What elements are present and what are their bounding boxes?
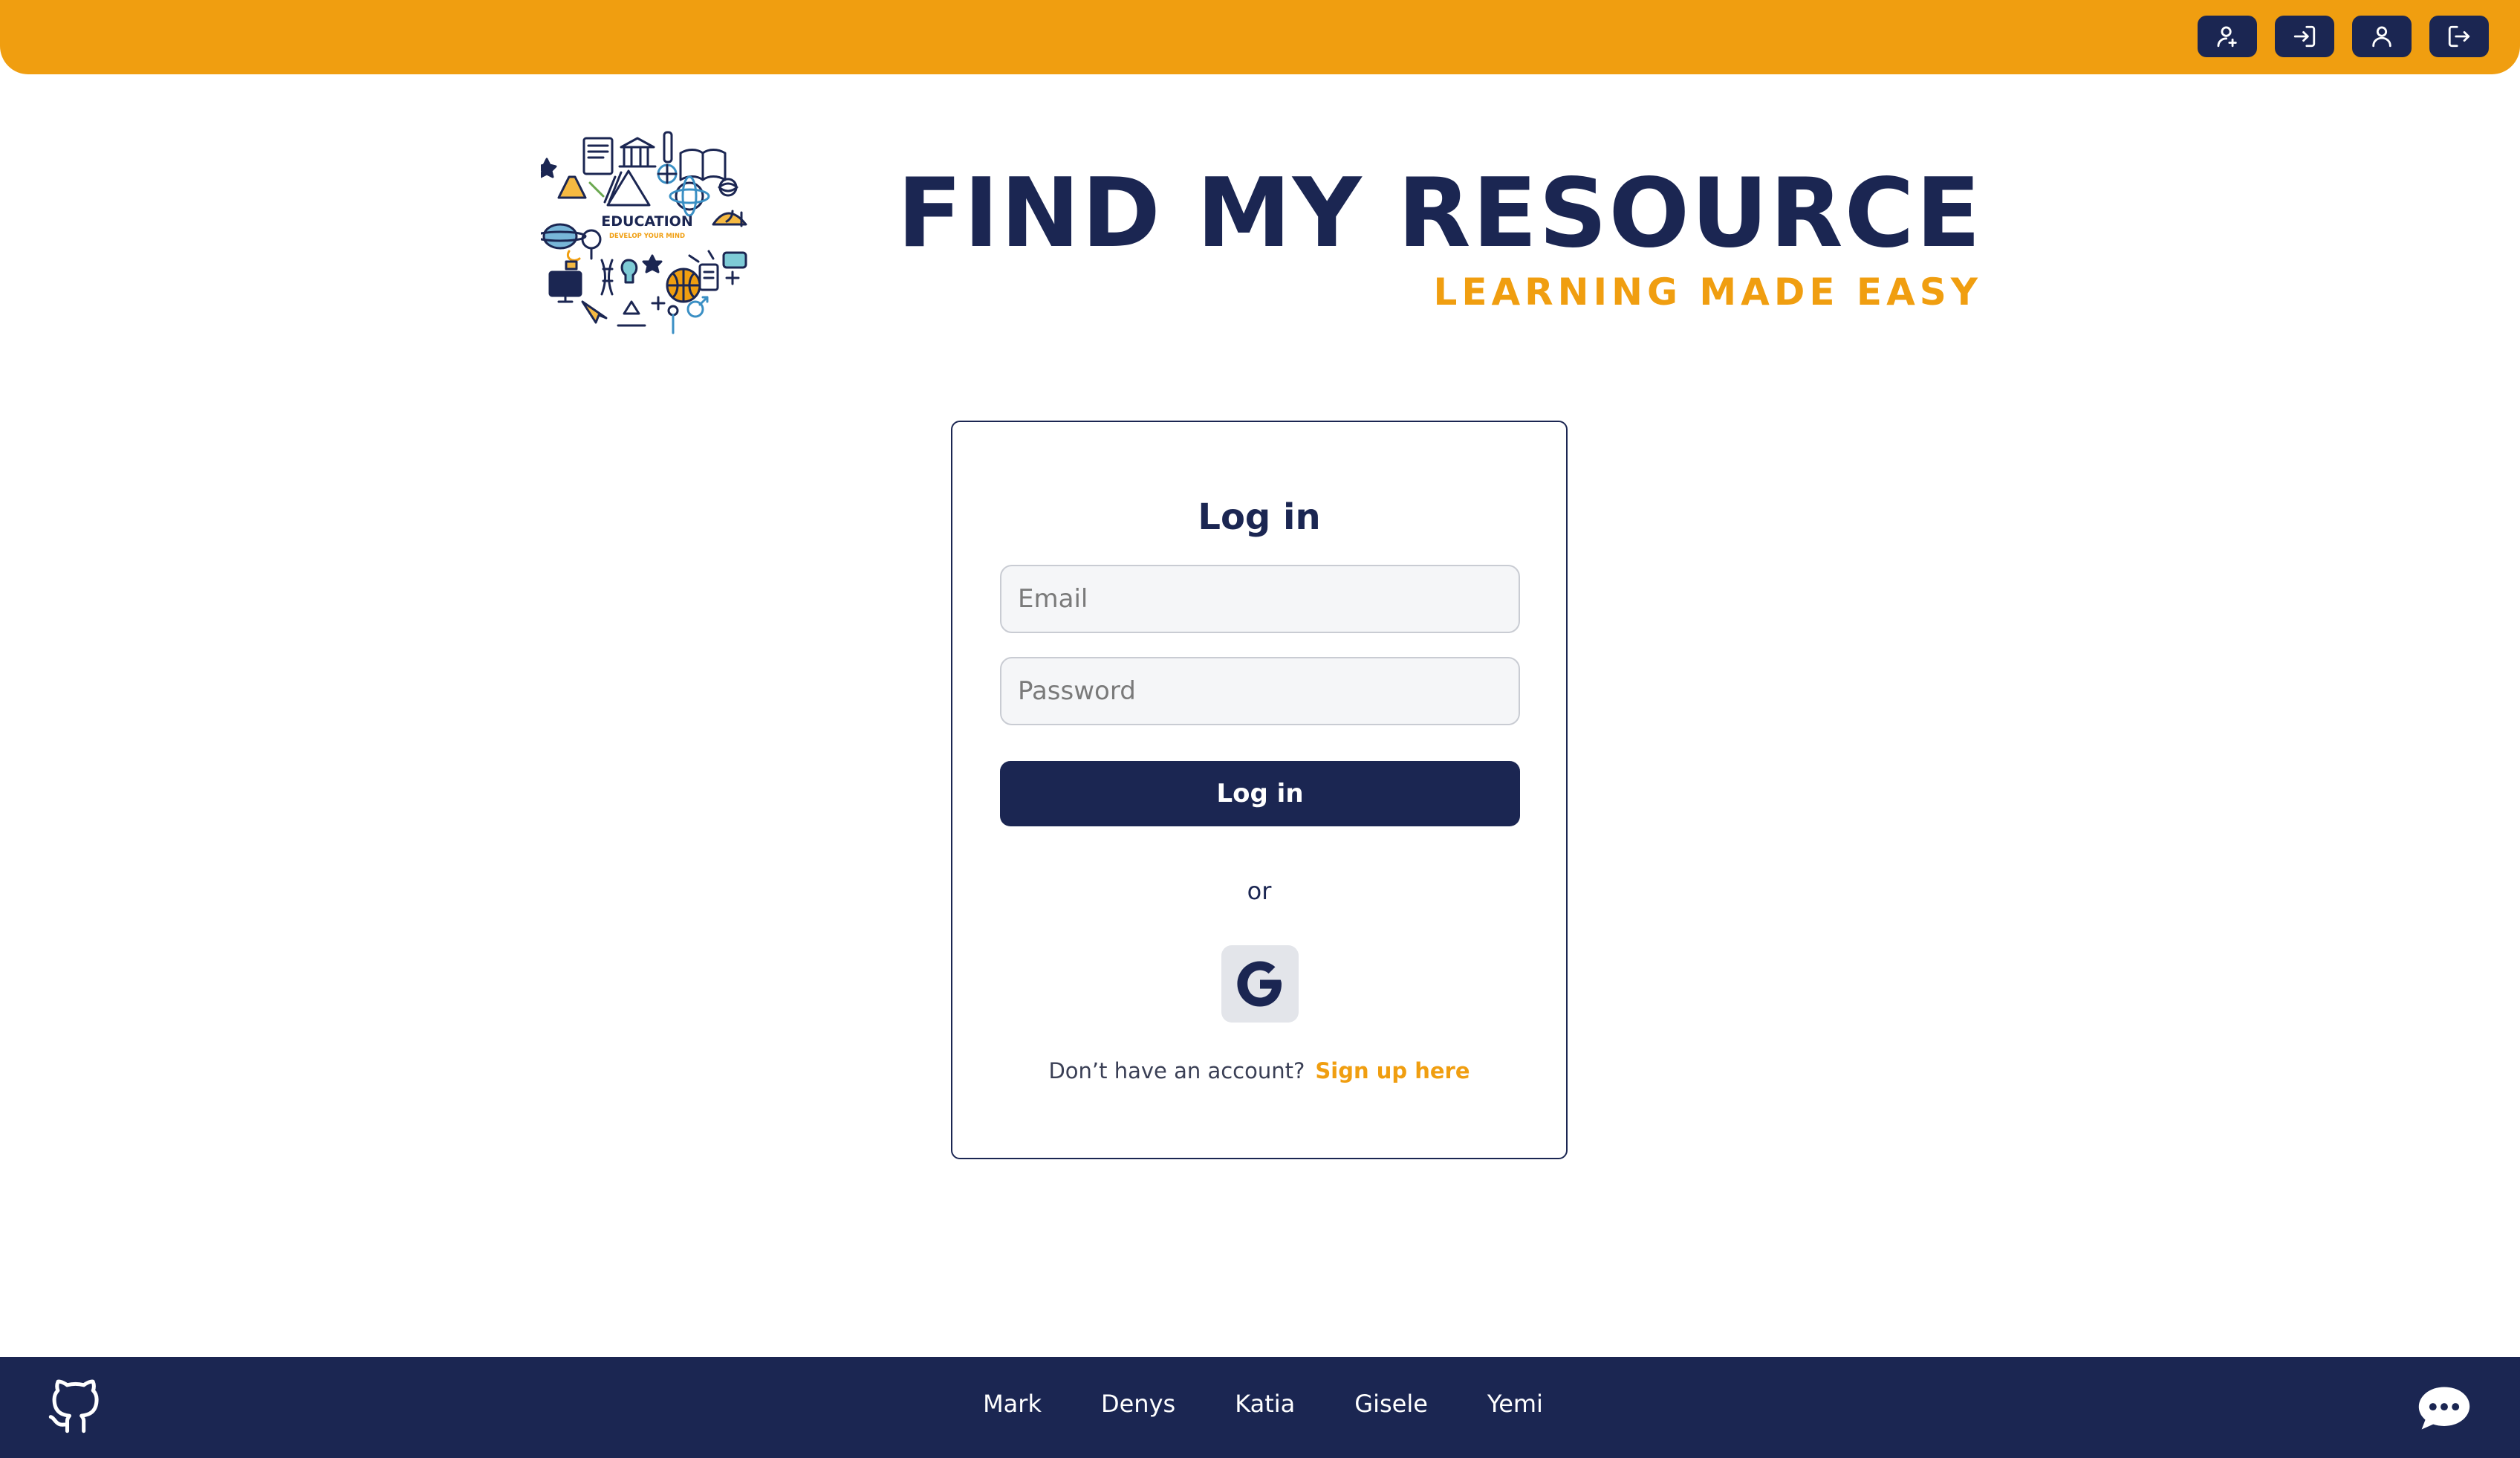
signup-nav-button[interactable] <box>2198 16 2257 57</box>
footer-links: Mark Denys Katia Gisele Yemi <box>0 1390 2520 1418</box>
footer-link-katia[interactable]: Katia <box>1235 1390 1295 1418</box>
education-logo: EDUCATION DEVELOP YOUR MIND <box>541 131 747 334</box>
footer-link-denys[interactable]: Denys <box>1101 1390 1175 1418</box>
sign-in-icon <box>2293 25 2316 48</box>
site-title: FIND MY RESOURCE <box>897 158 1982 269</box>
password-field[interactable] <box>1000 657 1520 725</box>
sign-out-icon <box>2448 25 2470 48</box>
chat-icon[interactable] <box>2416 1384 2472 1433</box>
login-button[interactable]: Log in <box>1000 761 1520 826</box>
site-subtitle: LEARNING MADE EASY <box>1433 270 1982 314</box>
signup-prompt: Don’t have an account? <box>1048 1058 1305 1083</box>
footer-link-gisele[interactable]: Gisele <box>1354 1390 1428 1418</box>
signup-row: Don’t have an account? Sign up here <box>952 1058 1566 1083</box>
google-icon <box>1237 961 1282 1007</box>
login-card: Log in Log in or Don’t have an account? S… <box>951 421 1568 1159</box>
footer-link-mark[interactable]: Mark <box>983 1390 1042 1418</box>
signup-link[interactable]: Sign up here <box>1315 1058 1470 1083</box>
brand: FIND MY RESOURCE LEARNING MADE EASY <box>897 165 1983 315</box>
user-plus-icon <box>2217 26 2237 48</box>
login-title: Log in <box>1198 496 1321 538</box>
email-field[interactable] <box>1000 565 1520 633</box>
login-nav-button[interactable] <box>2275 16 2334 57</box>
google-login-button[interactable] <box>1221 945 1299 1023</box>
profile-nav-button[interactable] <box>2352 16 2412 57</box>
footer: Mark Denys Katia Gisele Yemi <box>0 1357 2520 1458</box>
logout-nav-button[interactable] <box>2429 16 2489 57</box>
logo-tagline: DEVELOP YOUR MIND <box>609 233 685 240</box>
or-divider: or <box>1247 877 1272 905</box>
top-bar <box>0 0 2520 74</box>
footer-link-yemi[interactable]: Yemi <box>1487 1390 1543 1418</box>
nav-buttons <box>2198 16 2489 57</box>
logo-text: EDUCATION <box>601 213 692 230</box>
user-icon <box>2372 26 2391 48</box>
page: EDUCATION DEVELOP YOUR MIND FIND MY RESO… <box>0 0 2520 1458</box>
